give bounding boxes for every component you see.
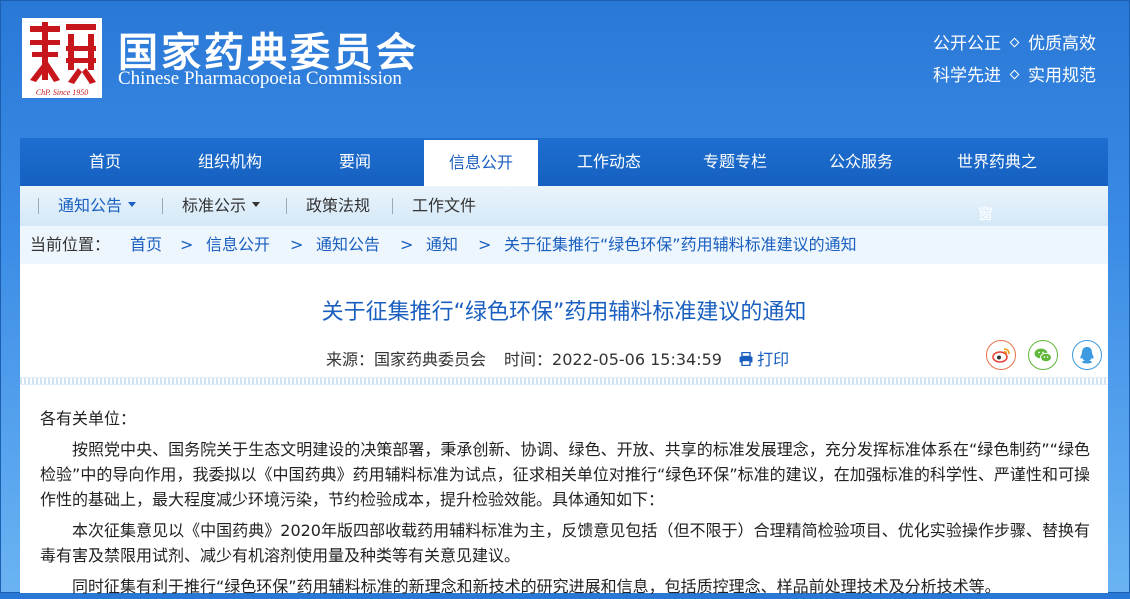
breadcrumb-separator: > xyxy=(478,235,492,254)
sub-nav: 通知公告 标准公示 政策法规 工作文件 xyxy=(20,186,1108,226)
print-link[interactable]: 打印 xyxy=(757,350,789,369)
body-paragraph: 本次征集意见以《中国药典》2020年版四部收载药用辅料标准为主，反馈意见包括（但… xyxy=(40,521,1090,565)
subnav-divider xyxy=(392,198,393,214)
breadcrumb-notices[interactable]: 通知公告 xyxy=(316,226,380,264)
article-title: 关于征集推行“绿色环保”药用辅料标准建议的通知 xyxy=(321,300,807,325)
salutation: 各有关单位： xyxy=(40,409,137,428)
breadcrumb-label: 当前位置： xyxy=(30,235,111,254)
print-icon[interactable] xyxy=(739,351,753,366)
subnav-label: 标准公示 xyxy=(182,196,247,215)
breadcrumb-separator: > xyxy=(180,235,194,254)
motto-item: 科学先进 xyxy=(933,66,1001,86)
meta-divider xyxy=(20,377,1108,385)
subnav-divider xyxy=(38,198,39,214)
motto-item: 实用规范 xyxy=(1028,66,1096,86)
nav-organization[interactable]: 组织机构 xyxy=(170,138,290,186)
nav-home[interactable]: 首页 xyxy=(50,138,160,186)
nav-world-pharmacopoeia[interactable]: 世界药典之 xyxy=(932,138,1062,186)
weibo-share-button[interactable] xyxy=(986,340,1016,370)
diamond-icon xyxy=(1009,69,1020,79)
site-header: ChP. Since 1950 国家药典委员会 Chinese Pharmaco… xyxy=(0,0,1130,128)
subnav-standard-publicity[interactable]: 标准公示 xyxy=(182,186,261,226)
article-source: 国家药典委员会 xyxy=(374,350,487,369)
time-label: 时间： xyxy=(504,350,553,369)
subnav-label: 通知公告 xyxy=(58,196,123,215)
nav-work-updates[interactable]: 工作动态 xyxy=(550,138,668,186)
breadcrumb-info-disclosure[interactable]: 信息公开 xyxy=(206,226,270,264)
svg-text:ChP. Since 1950: ChP. Since 1950 xyxy=(36,88,89,97)
nav-public-service[interactable]: 公众服务 xyxy=(802,138,920,186)
main-nav: 首页 组织机构 要闻 信息公开 工作动态 专题专栏 公众服务 世界药典之 xyxy=(20,138,1108,186)
article-meta: 来源：国家药典委员会 时间：2022-05-06 15:34:59 打印 xyxy=(326,346,789,370)
wechat-share-button[interactable] xyxy=(1028,340,1058,370)
breadcrumb-separator: > xyxy=(400,235,414,254)
nav-overflow-text[interactable]: 窗 xyxy=(978,203,993,224)
weibo-icon xyxy=(992,348,1010,363)
motto-item: 公开公正 xyxy=(933,34,1001,54)
breadcrumb: 当前位置： 首页 > 信息公开 > 通知公告 > 通知 > 关于征集推行“绿色环… xyxy=(20,226,1108,264)
chp-seal-logo[interactable]: ChP. Since 1950 xyxy=(22,18,102,98)
site-title-en[interactable]: Chinese Pharmacopoeia Commission xyxy=(118,68,402,90)
qq-icon xyxy=(1080,347,1094,364)
article-time: 2022-05-06 15:34:59 xyxy=(552,350,722,369)
source-label: 来源： xyxy=(326,350,375,369)
subnav-policies[interactable]: 政策法规 xyxy=(306,186,370,226)
caret-down-icon xyxy=(252,202,261,207)
caret-down-icon xyxy=(128,202,137,207)
article-body: 各有关单位： 按照党中央、国务院关于生态文明建设的决策部署，秉承创新、协调、绿色… xyxy=(40,406,1090,599)
body-paragraph: 同时征集有利于推行“绿色环保”药用辅料标准的新理念和新技术的研究进展和信息，包括… xyxy=(72,577,1001,596)
subnav-work-documents[interactable]: 工作文件 xyxy=(412,186,476,226)
breadcrumb-home[interactable]: 首页 xyxy=(130,226,162,264)
article-panel: 关于征集推行“绿色环保”药用辅料标准建议的通知 来源：国家药典委员会 时间：202… xyxy=(20,264,1108,596)
nav-news[interactable]: 要闻 xyxy=(300,138,410,186)
subnav-divider xyxy=(286,198,287,214)
breadcrumb-separator: > xyxy=(290,235,304,254)
subnav-notices[interactable]: 通知公告 xyxy=(58,186,137,226)
qq-share-button[interactable] xyxy=(1072,340,1102,370)
site-motto: 公开公正 优质高效 科学先进 实用规范 xyxy=(933,28,1096,92)
breadcrumb-current[interactable]: 关于征集推行“绿色环保”药用辅料标准建议的通知 xyxy=(504,226,857,264)
subnav-divider xyxy=(162,198,163,214)
body-paragraph: 按照党中央、国务院关于生态文明建设的决策部署，秉承创新、协调、绿色、开放、共享的… xyxy=(40,440,1090,509)
wechat-icon xyxy=(1034,348,1052,363)
nav-info-disclosure[interactable]: 信息公开 xyxy=(424,140,538,186)
diamond-icon xyxy=(1009,37,1020,47)
breadcrumb-notice[interactable]: 通知 xyxy=(426,226,458,264)
nav-special-topics[interactable]: 专题专栏 xyxy=(676,138,794,186)
motto-item: 优质高效 xyxy=(1028,34,1096,54)
